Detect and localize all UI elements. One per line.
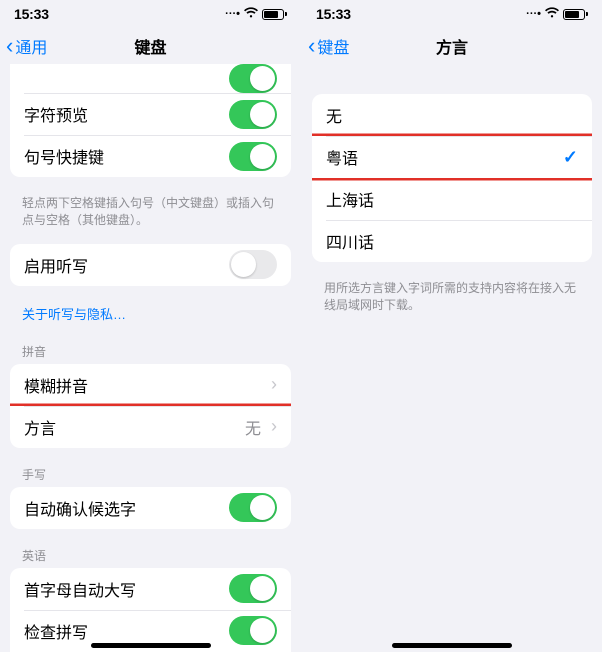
group-dictation: 启用听写	[10, 244, 291, 286]
label: 方言	[24, 415, 56, 439]
toggle-on-icon[interactable]	[229, 493, 277, 522]
status-time: 15:33	[316, 6, 351, 22]
label: 字符预览	[24, 102, 88, 126]
label: 检查拼写	[24, 619, 88, 643]
chevron-left-icon: ‹	[6, 35, 13, 57]
label: 四川话	[326, 229, 374, 253]
right-screenshot: 15:33 ···• ‹ 键盘 方言 无 粤语 ✓	[301, 0, 602, 652]
back-button[interactable]: ‹ 键盘	[308, 34, 349, 58]
status-time: 15:33	[14, 6, 49, 22]
row-auto-cap[interactable]: 首字母自动大写	[10, 568, 291, 610]
label: 句号快捷键	[24, 144, 104, 168]
home-indicator	[91, 643, 211, 648]
option-shanghainese[interactable]: 上海话	[312, 178, 592, 220]
label: 模糊拼音	[24, 373, 88, 397]
option-none[interactable]: 无	[312, 94, 592, 136]
group-pinyin: 模糊拼音 › 方言 无 ›	[10, 364, 291, 448]
row-period-shortcut[interactable]: 句号快捷键	[10, 135, 291, 177]
battery-icon	[563, 9, 588, 20]
section-header-handwriting: 手写	[0, 460, 301, 487]
status-right: ···•	[526, 7, 588, 22]
nav-bar: ‹ 通用 键盘	[0, 28, 301, 64]
footer-text: 轻点两下空格键插入句号（中文键盘）或插入句点与空格（其他键盘）。	[0, 189, 301, 244]
dots-icon: ···•	[225, 8, 240, 20]
wifi-icon	[243, 7, 259, 22]
battery-icon	[262, 9, 287, 20]
label: 无	[326, 103, 342, 127]
group-dialect-options: 无 粤语 ✓ 上海话 四川话	[312, 94, 592, 262]
group-english: 首字母自动大写 检查拼写 输入预测 滑行键入时逐词删除	[10, 568, 291, 652]
toggle-on-icon[interactable]	[229, 142, 277, 171]
privacy-link[interactable]: 关于听写与隐私…	[0, 298, 301, 337]
chevron-right-icon: ›	[271, 374, 277, 395]
row-hidden-toggle[interactable]	[10, 64, 291, 93]
back-label: 键盘	[317, 34, 349, 58]
page-title: 键盘	[134, 34, 166, 58]
toggle-on-icon[interactable]	[229, 64, 277, 93]
dots-icon: ···•	[526, 8, 541, 20]
left-screenshot: 15:33 ···• ‹ 通用 键盘 字符预览	[0, 0, 301, 652]
option-cantonese[interactable]: 粤语 ✓	[312, 136, 592, 178]
toggle-on-icon[interactable]	[229, 616, 277, 645]
chevron-left-icon: ‹	[308, 35, 315, 57]
wifi-icon	[544, 7, 560, 22]
option-sichuanese[interactable]: 四川话	[312, 220, 592, 262]
label: 粤语	[326, 145, 358, 169]
row-auto-confirm[interactable]: 自动确认候选字	[10, 487, 291, 529]
group-handwriting: 自动确认候选字	[10, 487, 291, 529]
group-general: 字符预览 句号快捷键	[10, 64, 291, 177]
status-bar: 15:33 ···•	[302, 0, 602, 28]
label: 启用听写	[24, 253, 88, 277]
back-label: 通用	[15, 34, 47, 58]
row-char-preview[interactable]: 字符预览	[10, 93, 291, 135]
home-indicator	[392, 643, 512, 648]
toggle-on-icon[interactable]	[229, 574, 277, 603]
status-right: ···•	[225, 7, 287, 22]
content: 字符预览 句号快捷键 轻点两下空格键插入句号（中文键盘）或插入句点与空格（其他键…	[0, 64, 301, 652]
content: 无 粤语 ✓ 上海话 四川话 用所选方言键入字词所需的支持内容将在接入无线局域网…	[302, 64, 602, 652]
row-enable-dictation[interactable]: 启用听写	[10, 244, 291, 286]
label: 自动确认候选字	[24, 496, 136, 520]
footer-text: 用所选方言键入字词所需的支持内容将在接入无线局域网时下载。	[302, 274, 602, 329]
chevron-right-icon: ›	[271, 416, 277, 437]
label: 首字母自动大写	[24, 577, 136, 601]
toggle-off-icon[interactable]	[229, 250, 277, 279]
value: 无	[245, 415, 261, 439]
checkmark-icon: ✓	[563, 147, 578, 168]
row-fuzzy-pinyin[interactable]: 模糊拼音 ›	[10, 364, 291, 406]
page-title: 方言	[436, 34, 468, 58]
label: 上海话	[326, 187, 374, 211]
back-button[interactable]: ‹ 通用	[6, 34, 47, 58]
row-dialect[interactable]: 方言 无 ›	[10, 406, 291, 448]
toggle-on-icon[interactable]	[229, 100, 277, 129]
nav-bar: ‹ 键盘 方言	[302, 28, 602, 64]
section-header-pinyin: 拼音	[0, 337, 301, 364]
status-bar: 15:33 ···•	[0, 0, 301, 28]
section-header-english: 英语	[0, 541, 301, 568]
